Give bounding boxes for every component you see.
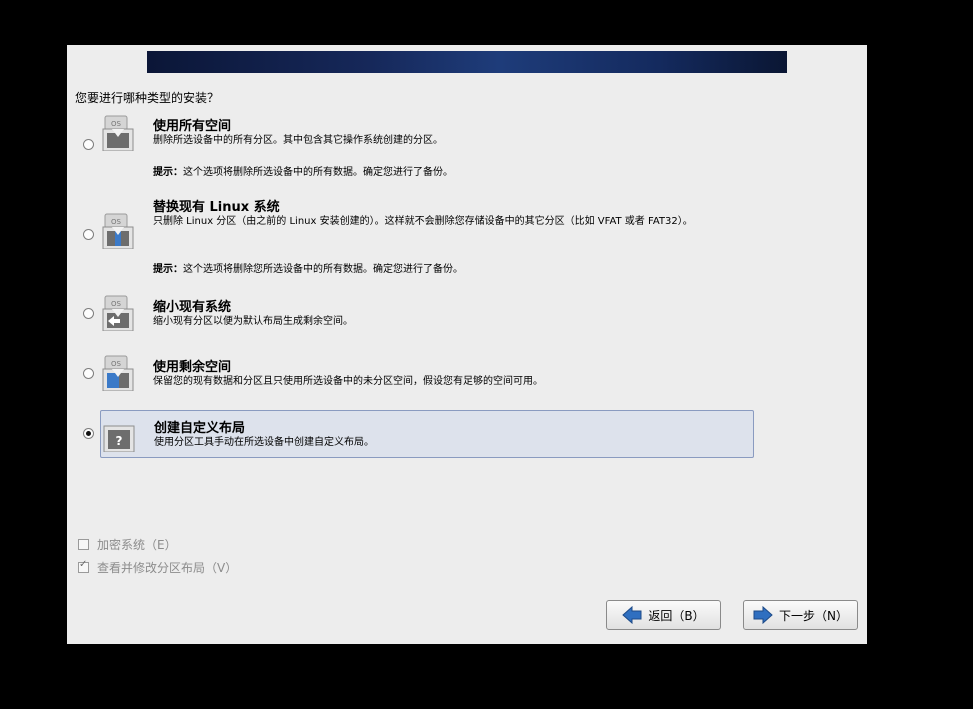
svg-text:OS: OS xyxy=(111,360,122,368)
hint-text: 这个选项将删除所选设备中的所有数据。确定您进行了备份。 xyxy=(183,167,453,178)
back-button[interactable]: 返回（B） xyxy=(606,600,721,630)
back-button-label: 返回（B） xyxy=(648,608,705,623)
option-description: 删除所选设备中的所有分区。其中包含其它操作系统创建的分区。 xyxy=(153,135,443,146)
disk-erase-icon: OS xyxy=(102,115,134,151)
next-button-label: 下一步（N） xyxy=(779,608,848,623)
svg-text:OS: OS xyxy=(111,120,122,128)
option-use-free-space[interactable]: OS 使用剩余空间 保留您的现有数据和分区且只使用所选设备中的未分区空间，假设您… xyxy=(100,353,752,395)
installer-panel: 您要进行哪种类型的安装？ OS 使用所有空间 删除所选设备中的所有分区。其中包含… xyxy=(67,45,867,644)
hint-label: 提示： xyxy=(153,264,183,275)
disk-replace-icon: OS xyxy=(102,213,134,249)
option-shrink-system[interactable]: OS 缩小现有系统 缩小现有分区以便为默认布局生成剩余空间。 xyxy=(100,293,752,335)
checkbox-box[interactable] xyxy=(78,559,89,573)
disk-shrink-icon: OS xyxy=(102,295,134,331)
checkbox-box[interactable] xyxy=(78,539,89,550)
disk-custom-icon: ? xyxy=(103,425,135,452)
review-layout-checkbox[interactable]: 查看并修改分区布局（V） xyxy=(78,559,237,576)
arrow-left-icon xyxy=(622,606,642,624)
option-custom-layout[interactable]: ? 创建自定义布局 使用分区工具手动在所选设备中创建自定义布局。 xyxy=(100,410,754,458)
option-hint: 提示：这个选项将删除所选设备中的所有数据。确定您进行了备份。 xyxy=(153,163,453,178)
option-description: 只删除 Linux 分区（由之前的 Linux 安装创建的）。这样就不会删除您存… xyxy=(153,216,693,227)
install-type-question: 您要进行哪种类型的安装？ xyxy=(75,91,220,105)
checkbox-label: 查看并修改分区布局（V） xyxy=(97,561,238,575)
radio-replace-linux[interactable] xyxy=(83,229,94,240)
option-description: 使用分区工具手动在所选设备中创建自定义布局。 xyxy=(154,437,374,448)
radio-use-free-space[interactable] xyxy=(83,368,94,379)
encrypt-system-checkbox[interactable]: 加密系统（E） xyxy=(78,536,177,553)
option-description: 缩小现有分区以便为默认布局生成剩余空间。 xyxy=(153,316,353,327)
next-button[interactable]: 下一步（N） xyxy=(743,600,858,630)
hint-label: 提示： xyxy=(153,167,183,178)
option-hint: 提示：这个选项将删除您所选设备中的所有数据。确定您进行了备份。 xyxy=(153,260,463,275)
hint-text: 这个选项将删除您所选设备中的所有数据。确定您进行了备份。 xyxy=(183,264,463,275)
option-replace-linux[interactable]: OS 替换现有 Linux 系统 只删除 Linux 分区（由之前的 Linux… xyxy=(100,195,752,277)
radio-use-all-space[interactable] xyxy=(83,139,94,150)
option-use-all-space[interactable]: OS 使用所有空间 删除所选设备中的所有分区。其中包含其它操作系统创建的分区。 … xyxy=(100,113,752,179)
arrow-right-icon xyxy=(753,606,773,624)
radio-shrink-system[interactable] xyxy=(83,308,94,319)
header-banner xyxy=(147,51,787,73)
svg-text:OS: OS xyxy=(111,300,122,308)
disk-free-space-icon: OS xyxy=(102,355,134,391)
radio-custom-layout[interactable] xyxy=(83,428,94,439)
option-description: 保留您的现有数据和分区且只使用所选设备中的未分区空间，假设您有足够的空间可用。 xyxy=(153,376,543,387)
checkbox-label: 加密系统（E） xyxy=(97,538,177,552)
svg-text:?: ? xyxy=(116,434,123,448)
svg-text:OS: OS xyxy=(111,218,122,226)
